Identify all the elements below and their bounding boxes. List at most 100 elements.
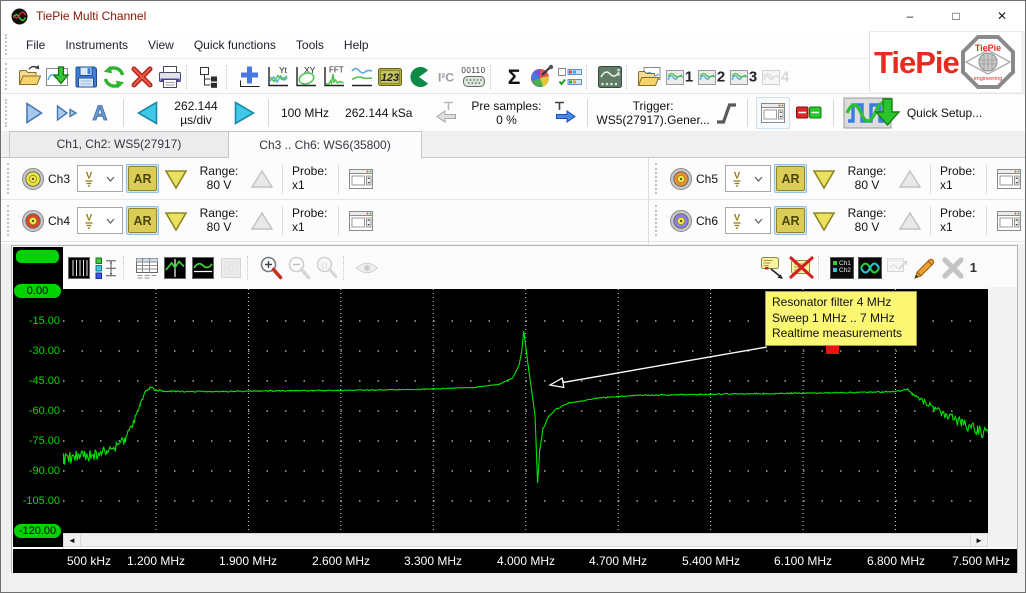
menu-view[interactable]: View xyxy=(138,38,184,52)
gauge-icon[interactable] xyxy=(404,62,432,92)
colors-icon[interactable] xyxy=(528,62,556,92)
i2c-icon[interactable]: I²C xyxy=(432,62,460,92)
axis-channel-indicator[interactable] xyxy=(16,250,59,263)
scroll-right-button[interactable]: ► xyxy=(970,534,987,546)
toolbar-grip[interactable] xyxy=(7,205,15,236)
maximize-button[interactable]: □ xyxy=(933,1,979,31)
pen-icon[interactable] xyxy=(912,253,940,283)
presamples-increase-button[interactable] xyxy=(547,98,579,128)
y-axis-tick: -90.00 xyxy=(14,464,60,478)
tab-ch3-ch6-ws6[interactable]: Ch3 .. Ch6: WS6(35800) xyxy=(228,131,422,158)
meter-icon[interactable]: 123 xyxy=(376,62,404,92)
annotation-anchor[interactable] xyxy=(826,346,839,354)
timebase-increase-button[interactable] xyxy=(228,97,260,129)
auto-setup-button[interactable]: A xyxy=(85,98,115,128)
channel-settings-button[interactable] xyxy=(345,164,377,194)
trigger-settings-button[interactable] xyxy=(756,97,790,129)
zoom-in-icon[interactable] xyxy=(257,253,285,283)
protocol-analyzer-icon[interactable]: 00110 xyxy=(460,62,488,92)
range-decrease-button[interactable] xyxy=(810,166,838,192)
yt-graph-icon[interactable]: Yt xyxy=(264,62,292,92)
toolbar-grip[interactable] xyxy=(5,99,13,128)
close-button[interactable]: ✕ xyxy=(979,1,1025,31)
channel-settings-button[interactable] xyxy=(993,164,1025,194)
quick-setup-button[interactable] xyxy=(842,94,902,132)
trigger-edge-icon[interactable] xyxy=(713,99,739,127)
probe-display: Probe:x1 xyxy=(937,207,980,235)
coupling-select[interactable]: V xyxy=(725,207,771,234)
start-measurement-button[interactable] xyxy=(19,98,49,128)
range-display: Range:80 V xyxy=(841,165,893,193)
trigger-display[interactable]: Trigger: WS5(27917).Gener... xyxy=(596,99,709,128)
offsets-icon[interactable] xyxy=(93,253,121,283)
probe-label: Probe: xyxy=(940,165,980,179)
autorange-button[interactable]: AR xyxy=(128,166,157,191)
plot-area[interactable]: Resonator filter 4 MHz Sweep 1 MHz .. 7 … xyxy=(63,289,988,533)
load-data-icon[interactable] xyxy=(44,62,72,92)
comment-add-icon[interactable] xyxy=(760,253,788,283)
open-icon[interactable] xyxy=(16,62,44,92)
channel-enable-button[interactable] xyxy=(793,98,825,128)
autorange-button[interactable]: AR xyxy=(776,208,805,233)
fft-graph-icon[interactable]: FFT xyxy=(320,62,348,92)
preset-icon-3[interactable]: 3 xyxy=(728,62,760,92)
refresh-icon[interactable] xyxy=(100,62,128,92)
toolbar-grip[interactable] xyxy=(7,163,15,194)
quick-setup-label[interactable]: Quick Setup... xyxy=(907,106,982,120)
menu-quick-functions[interactable]: Quick functions xyxy=(184,38,286,52)
open-setup-icon[interactable] xyxy=(636,62,664,92)
menu-file[interactable]: File xyxy=(16,38,55,52)
comment-delete-icon[interactable] xyxy=(788,253,816,283)
toolbar-separator xyxy=(123,256,131,280)
toolbar-grip[interactable] xyxy=(5,34,13,54)
presamples-decrease-button[interactable] xyxy=(433,98,465,128)
y-axis-tick-endpoint[interactable]: 0.00 xyxy=(14,284,61,298)
range-decrease-button[interactable] xyxy=(162,208,190,234)
legend-icon[interactable]: Ch1Ch2 xyxy=(828,253,856,283)
graph-settings-icon[interactable] xyxy=(596,62,624,92)
channel-settings-button[interactable] xyxy=(993,206,1025,236)
delete-icon[interactable] xyxy=(128,62,156,92)
scroll-left-button[interactable]: ◄ xyxy=(64,534,81,546)
autorange-button[interactable]: AR xyxy=(128,208,157,233)
oneshot-button[interactable] xyxy=(52,98,82,128)
table-icon[interactable] xyxy=(133,253,161,283)
menu-help[interactable]: Help xyxy=(334,38,379,52)
range-decrease-button[interactable] xyxy=(810,208,838,234)
plot-scrollbar[interactable]: ◄ ► xyxy=(63,533,988,547)
coupling-select[interactable]: V xyxy=(77,165,123,192)
channel-settings-button[interactable] xyxy=(345,206,377,236)
tab-ch1-ch2-ws5[interactable]: Ch1, Ch2: WS5(27917) xyxy=(9,131,229,157)
range-decrease-button[interactable] xyxy=(162,166,190,192)
grid-icon[interactable] xyxy=(65,253,93,283)
menu-instruments[interactable]: Instruments xyxy=(55,38,138,52)
toolbar-grip[interactable] xyxy=(655,205,663,236)
trace-colors-icon[interactable] xyxy=(856,253,884,283)
comment-annotation[interactable]: Resonator filter 4 MHz Sweep 1 MHz .. 7 … xyxy=(765,291,917,346)
y-axis-tick-endpoint[interactable]: -120.00 xyxy=(14,524,61,538)
toolbar-separator xyxy=(343,256,351,280)
channel-label: Ch3 xyxy=(48,172,74,186)
coupling-select[interactable]: V xyxy=(725,165,771,192)
scale-horizontal-icon[interactable] xyxy=(189,253,217,283)
y-axis-scale: 0.00-15.00-30.00-45.00-60.00-75.00-90.00… xyxy=(13,247,63,547)
coupling-select[interactable]: V xyxy=(77,207,123,234)
minimize-button[interactable]: – xyxy=(887,1,933,31)
combined-graph-icon[interactable] xyxy=(348,62,376,92)
timebase-decrease-button[interactable] xyxy=(132,97,164,129)
print-icon[interactable] xyxy=(156,62,184,92)
object-tree-icon[interactable] xyxy=(196,62,224,92)
panels-icon[interactable] xyxy=(556,62,584,92)
clear-icon[interactable] xyxy=(940,253,968,283)
preset-icon-1[interactable]: 1 xyxy=(664,62,696,92)
add-graph-icon[interactable] xyxy=(236,62,264,92)
save-icon[interactable] xyxy=(72,62,100,92)
scale-vertical-icon[interactable] xyxy=(161,253,189,283)
xy-graph-icon[interactable]: XY xyxy=(292,62,320,92)
toolbar-grip[interactable] xyxy=(655,163,663,194)
preset-icon-2[interactable]: 2 xyxy=(696,62,728,92)
autorange-button[interactable]: AR xyxy=(776,166,805,191)
toolbar-grip[interactable] xyxy=(5,63,13,89)
menu-tools[interactable]: Tools xyxy=(286,38,334,52)
sum-icon[interactable]: Σ xyxy=(500,62,528,92)
